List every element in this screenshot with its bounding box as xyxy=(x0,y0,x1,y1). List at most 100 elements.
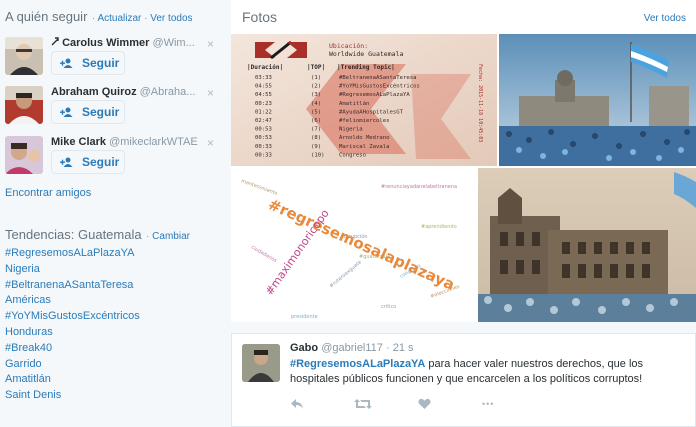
table-topic: #RegresemosALaPlazaYA xyxy=(339,92,410,98)
table-topic: Mariscal Zavala xyxy=(339,144,390,150)
suggestion-name[interactable]: Abraham Quiroz @Abraha... xyxy=(51,86,201,98)
location-label: Ubicación: xyxy=(329,42,368,50)
follow-button[interactable]: Seguir xyxy=(51,51,125,75)
table-rank: (1) xyxy=(311,75,321,81)
table-topic: Nigeria xyxy=(339,127,363,133)
trend-list: #RegresemosALaPlazaYA Nigeria #Beltranen… xyxy=(5,246,140,404)
reply-button[interactable] xyxy=(290,396,354,412)
follow-suggestion: Mike Clark @mikeclarkWTAE × Seguir xyxy=(5,136,219,182)
table-topic: #feliomiercoles xyxy=(339,118,390,124)
table-duration: 04:55 xyxy=(255,92,272,98)
trend-item[interactable]: Américas xyxy=(5,293,140,309)
table-duration: 00:33 xyxy=(255,144,272,150)
add-user-icon xyxy=(60,58,73,68)
tweet-author-name[interactable]: Gabo xyxy=(290,342,318,354)
promoted-icon xyxy=(51,37,59,46)
trend-item[interactable]: Amatitlán xyxy=(5,372,140,388)
date-stamp: Fecha: 2015-11-18 10:45:03 xyxy=(477,64,483,142)
table-rank: (7) xyxy=(311,127,321,133)
find-friends-link[interactable]: Encontrar amigos xyxy=(5,187,91,199)
dismiss-icon[interactable]: × xyxy=(207,37,214,51)
location-value: Worldwide Guatemala xyxy=(329,50,403,58)
table-duration: 04:55 xyxy=(255,84,272,90)
trend-item[interactable]: #RegresemosALaPlazaYA xyxy=(5,246,140,262)
table-rank: (6) xyxy=(311,118,321,124)
tweet-author-handle[interactable]: @gabriel117 xyxy=(321,342,383,354)
avatar[interactable] xyxy=(5,37,43,75)
tweet: Gabo @gabriel117 · 21 s #RegresemosALaPl… xyxy=(231,333,696,427)
trend-item[interactable]: Saint Denis xyxy=(5,388,140,404)
table-rank: (9) xyxy=(311,144,321,150)
svg-text:|TOP|: |TOP| xyxy=(307,64,325,71)
table-duration: 00:53 xyxy=(255,135,272,141)
view-all-follow-link[interactable]: Ver todos xyxy=(150,13,192,24)
table-rank: (2) xyxy=(311,84,321,90)
svg-text:|Trending Topic|: |Trending Topic| xyxy=(337,64,395,71)
table-duration: 00:33 xyxy=(255,152,272,158)
trend-item[interactable]: #YoYMisGustosExcéntricos xyxy=(5,309,140,325)
follow-suggestion: Abraham Quiroz @Abraha... × Seguir xyxy=(5,86,219,132)
follow-button[interactable]: Seguir xyxy=(51,150,125,174)
photos-card: Fotos Ver todos Ubicación: Worldwide Gua… xyxy=(231,0,696,322)
avatar[interactable] xyxy=(5,136,43,174)
photo-national-palace[interactable] xyxy=(478,168,696,322)
follow-button[interactable]: Seguir xyxy=(51,100,125,124)
table-topic: #BeltranenaASantaTeresa xyxy=(339,75,416,81)
table-topic: Amatitlán xyxy=(339,100,369,107)
sidebar: A quién seguir · Actualizar · Ver todos … xyxy=(0,0,224,427)
table-duration: 01:22 xyxy=(255,109,272,115)
table-rank: (3) xyxy=(311,92,321,98)
table-topic: #YoYMisGustosExcéntricos xyxy=(339,83,420,90)
table-duration: 00:23 xyxy=(255,101,272,107)
change-trends-link[interactable]: Cambiar xyxy=(152,231,190,242)
svg-text:|Duración|: |Duración| xyxy=(247,64,283,71)
suggestion-name[interactable]: Carolus Wimmer @Wim... xyxy=(51,37,201,49)
table-rank: (10) xyxy=(311,152,324,158)
photo-word-cloud[interactable]: corrupción #guatemala #renunciayadanelabel… xyxy=(231,168,476,322)
word-cloud-term: presidente xyxy=(291,314,318,320)
view-all-photos-link[interactable]: Ver todos xyxy=(644,13,686,24)
table-rank: (8) xyxy=(311,135,321,141)
avatar[interactable] xyxy=(242,344,280,382)
follow-suggestion: Carolus Wimmer @Wim... × Seguir xyxy=(5,37,219,83)
who-to-follow-title: A quién seguir xyxy=(5,9,88,24)
trend-item[interactable]: Garrido xyxy=(5,357,140,373)
avatar[interactable] xyxy=(5,86,43,124)
retweet-icon xyxy=(354,399,372,409)
tweet-header: Gabo @gabriel117 · 21 s xyxy=(290,342,414,354)
dismiss-icon[interactable]: × xyxy=(207,86,214,100)
tweet-actions: ••• xyxy=(290,396,546,412)
dismiss-icon[interactable]: × xyxy=(207,136,214,150)
refresh-link[interactable]: Actualizar xyxy=(97,13,141,24)
photo-trending-table[interactable]: Ubicación: Worldwide Guatemala |Duración… xyxy=(231,34,497,166)
like-button[interactable] xyxy=(418,396,482,412)
table-duration: 02:47 xyxy=(255,118,272,124)
word-cloud-term: #renunciayadanelabeltranena xyxy=(381,184,457,190)
trend-item[interactable]: Honduras xyxy=(5,325,140,341)
who-to-follow-header: A quién seguir · Actualizar · Ver todos xyxy=(5,9,193,24)
trend-item[interactable]: #Break40 xyxy=(5,341,140,357)
suggestion-name[interactable]: Mike Clark @mikeclarkWTAE xyxy=(51,136,201,148)
tweet-timestamp[interactable]: 21 s xyxy=(393,342,414,354)
tweet-hashtag[interactable]: #RegresemosALaPlazaYA xyxy=(290,358,425,370)
table-duration: 00:53 xyxy=(255,127,272,133)
photo-crowd-flag[interactable] xyxy=(499,34,696,166)
trends-title: Tendencias: Guatemala xyxy=(5,227,142,242)
word-cloud-term: #aprendiendo xyxy=(421,224,457,230)
tweet-text: #RegresemosALaPlazaYA para hacer valer n… xyxy=(290,358,644,385)
table-topic: Arnoldo Medrano xyxy=(339,135,390,141)
heart-icon xyxy=(418,398,431,409)
photos-title: Fotos xyxy=(242,9,278,25)
add-user-icon xyxy=(60,157,73,167)
trends-header: Tendencias: Guatemala · Cambiar xyxy=(5,227,190,242)
trend-item[interactable]: #BeltranenaASantaTeresa xyxy=(5,278,140,294)
table-rank: (5) xyxy=(311,109,321,115)
more-options-icon[interactable]: ••• xyxy=(482,396,546,412)
table-topic: #AyudaAHospitalesGT xyxy=(339,109,404,115)
add-user-icon xyxy=(60,107,73,117)
retweet-button[interactable] xyxy=(354,396,418,412)
table-topic: Congreso xyxy=(339,152,366,158)
trend-item[interactable]: Nigeria xyxy=(5,262,140,278)
table-duration: 03:33 xyxy=(255,75,272,81)
reply-icon xyxy=(291,399,303,409)
